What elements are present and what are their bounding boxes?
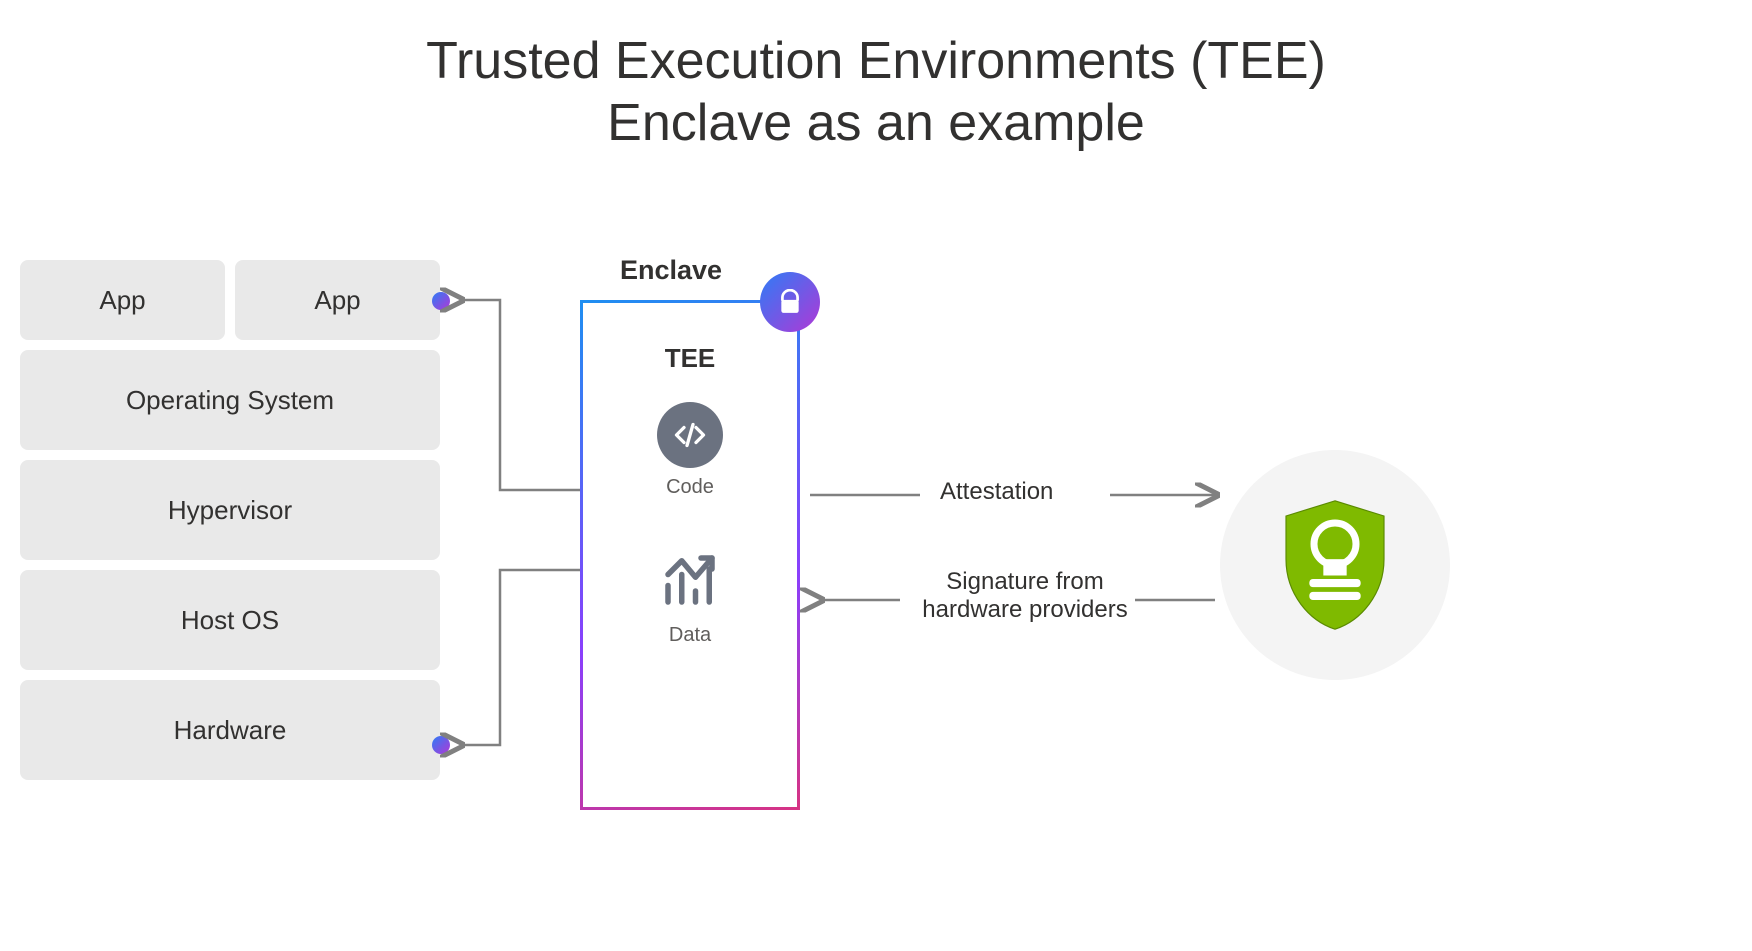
enclave-label: Enclave	[620, 255, 722, 286]
signature-line-2: hardware providers	[922, 596, 1127, 623]
app-row: App App	[20, 260, 440, 350]
tee-label: TEE	[665, 343, 716, 374]
title-line-2: Enclave as an example	[0, 92, 1752, 154]
diagram-title: Trusted Execution Environments (TEE) Enc…	[0, 0, 1752, 155]
data-label: Data	[669, 624, 711, 647]
shield-stamp-icon	[1275, 495, 1395, 635]
signature-label: Signature from hardware providers	[920, 568, 1130, 624]
stack-box-os: Operating System	[20, 350, 440, 450]
stack-box-app1: App	[20, 260, 225, 340]
lock-icon	[760, 272, 820, 332]
enclave-box: TEE Code Data	[580, 300, 800, 810]
chart-icon	[657, 547, 723, 618]
code-label: Code	[666, 476, 714, 499]
title-line-1: Trusted Execution Environments (TEE)	[0, 30, 1752, 92]
stack-box-hardware: Hardware	[20, 680, 440, 780]
attestation-authority	[1220, 450, 1450, 680]
diagram-canvas: App App Operating System Hypervisor Host…	[20, 260, 1732, 931]
signature-line-1: Signature from	[946, 568, 1103, 595]
connector-enclave-to-app	[440, 280, 600, 510]
connector-enclave-to-hardware	[440, 560, 600, 780]
attestation-label: Attestation	[940, 478, 1053, 506]
stack-box-hypervisor: Hypervisor	[20, 460, 440, 560]
system-stack: App App Operating System Hypervisor Host…	[20, 260, 440, 790]
stack-box-app2: App	[235, 260, 440, 340]
stack-box-host-os: Host OS	[20, 570, 440, 670]
code-icon	[657, 402, 723, 468]
